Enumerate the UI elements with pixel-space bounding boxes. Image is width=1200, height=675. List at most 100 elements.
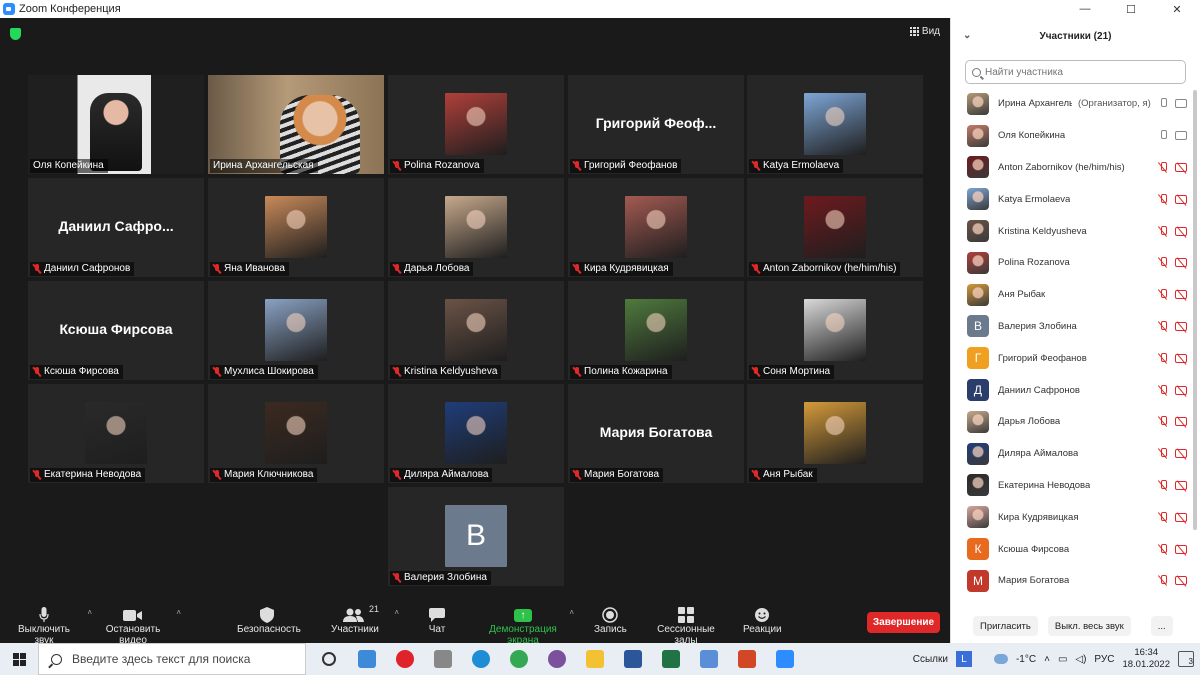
invite-button[interactable]: Пригласить [973,616,1038,636]
mic-icon[interactable] [1159,98,1167,109]
muted-mic-icon[interactable] [1159,511,1167,523]
video-tile[interactable]: Екатерина Неводова [28,384,204,483]
security-button[interactable]: Безопасность [237,606,301,635]
start-button[interactable] [0,643,38,675]
participant-row[interactable]: Екатерина Неводова [951,470,1187,502]
video-tile[interactable]: Дарья Лобова [388,178,564,277]
participant-row[interactable]: Anton Zabornikov (he/him/his) [951,152,1187,184]
participant-row[interactable]: Оля Копейкина [951,120,1187,152]
muted-mic-icon[interactable] [1159,320,1167,332]
video-off-icon[interactable] [1175,417,1187,427]
chat-button[interactable]: Чат [426,606,448,635]
video-tile[interactable]: Мухлиса Шокирова [208,281,384,380]
video-tile[interactable]: Кира Кудрявицкая [568,178,744,277]
participant-list-scrollbar[interactable] [1193,90,1197,530]
video-tile[interactable]: Katya Ermolaeva [747,75,923,174]
chevron-up-icon[interactable]: ˄ [176,608,181,617]
view-button[interactable]: Вид [909,26,940,37]
stop-video-button[interactable]: Остановить видео ˄ [93,606,181,646]
taskbar-search[interactable]: Введите здесь текст для поиска [38,643,306,675]
security-shield-icon[interactable] [10,28,21,40]
video-off-icon[interactable] [1175,449,1187,459]
taskbar-app-photos[interactable] [348,643,386,675]
participant-row[interactable]: Дарья Лобова [951,406,1187,438]
muted-mic-icon[interactable] [1159,289,1167,300]
video-tile[interactable]: Соня Мортина [747,281,923,380]
language-indicator[interactable]: РУС [1094,654,1114,665]
more-options-button[interactable]: ... [1150,616,1173,636]
muted-mic-icon[interactable] [1159,448,1167,459]
video-off-icon[interactable] [1175,353,1187,363]
end-meeting-button[interactable]: Завершение [867,612,940,633]
participant-row[interactable]: Д Даниил Сафронов [951,374,1187,406]
taskbar-app-task-view[interactable] [310,643,348,675]
mic-icon[interactable] [1159,130,1167,141]
chevron-up-icon[interactable]: ˄ [394,608,399,617]
video-tile[interactable]: Григорий Феоф... Григорий Феофанов [568,75,744,174]
taskbar-app-word[interactable] [614,643,652,675]
chevron-up-icon[interactable]: ˄ [1044,654,1050,665]
muted-mic-icon[interactable] [1159,161,1167,173]
video-off-icon[interactable] [1175,480,1187,490]
participant-search[interactable] [965,60,1186,84]
participant-search-input[interactable] [985,66,1175,78]
taskbar-app-photos2[interactable] [690,643,728,675]
muted-mic-icon[interactable] [1159,543,1167,555]
share-screen-button[interactable]: ↑ Демонстрация экрана ˄ [474,606,574,646]
muted-mic-icon[interactable] [1159,575,1167,586]
speaker-icon[interactable]: ◁) [1075,654,1086,665]
mute-button[interactable]: Выключить звук ˄ [8,606,92,646]
clock[interactable]: 16:34 18.01.2022 [1122,647,1170,671]
video-tile[interactable]: Оля Копейкина [28,75,204,174]
video-tile[interactable]: Ирина Архангельская [208,75,384,174]
participant-row[interactable]: М Мария Богатова [951,565,1187,597]
participant-row[interactable]: Аня Рыбак [951,279,1187,311]
video-off-icon[interactable] [1175,290,1187,300]
video-tile[interactable]: В Валерия Злобина [388,487,564,586]
participant-row[interactable]: Ирина Архангельская (Организатор, я) [951,88,1187,120]
participant-row[interactable]: Кира Кудрявицкая [951,501,1187,533]
video-tile[interactable]: Мария Ключникова [208,384,384,483]
muted-mic-icon[interactable] [1159,479,1167,491]
chevron-up-icon[interactable]: ˄ [87,608,92,617]
video-tile[interactable]: Kristina Keldyusheva [388,281,564,380]
muted-mic-icon[interactable] [1159,225,1167,237]
weather-icon[interactable] [993,654,1008,664]
muted-mic-icon[interactable] [1159,352,1167,364]
video-icon[interactable] [1175,131,1187,141]
network-icon[interactable]: ▭ [1058,654,1067,665]
muted-mic-icon[interactable] [1159,416,1167,427]
taskbar-app-edge[interactable] [462,643,500,675]
video-tile[interactable]: Anton Zabornikov (he/him/his) [747,178,923,277]
taskbar-app-excel[interactable] [652,643,690,675]
video-tile[interactable]: Аня Рыбак [747,384,923,483]
links-toolbar[interactable]: Ссылки [913,654,948,665]
chevron-down-icon[interactable]: ⌄ [963,30,971,41]
record-button[interactable]: Запись [594,606,627,635]
notifications-icon[interactable]: 3 [1178,651,1194,667]
video-off-icon[interactable] [1175,544,1187,554]
video-tile[interactable]: Ксюша Фирсова Ксюша Фирсова [28,281,204,380]
video-off-icon[interactable] [1175,194,1187,204]
participants-button[interactable]: Участники 21 ˄ [331,604,399,635]
video-tile[interactable]: Диляра Аймалова [388,384,564,483]
close-button[interactable]: ✕ [1154,0,1200,18]
participant-row[interactable]: В Валерия Злобина [951,311,1187,343]
taskbar-app-explorer[interactable] [576,643,614,675]
taskbar-app-opera[interactable] [386,643,424,675]
video-off-icon[interactable] [1175,385,1187,395]
video-tile[interactable]: Полина Кожарина [568,281,744,380]
taskbar-app-chrome[interactable] [500,643,538,675]
video-off-icon[interactable] [1175,258,1187,268]
reactions-button[interactable]: Реакции [743,606,782,635]
participant-row[interactable]: Polina Rozanova [951,247,1187,279]
video-tile[interactable]: Даниил Сафро... Даниил Сафронов [28,178,204,277]
muted-mic-icon[interactable] [1159,193,1167,205]
video-tile[interactable]: Мария Богатова Мария Богатова [568,384,744,483]
taskbar-app-printer[interactable] [424,643,462,675]
chevron-up-icon[interactable]: ˄ [569,608,574,617]
taskbar-app-viber[interactable] [538,643,576,675]
taskbar-app-powerpoint[interactable] [728,643,766,675]
video-off-icon[interactable] [1175,512,1187,522]
participant-row[interactable]: Katya Ermolaeva [951,183,1187,215]
